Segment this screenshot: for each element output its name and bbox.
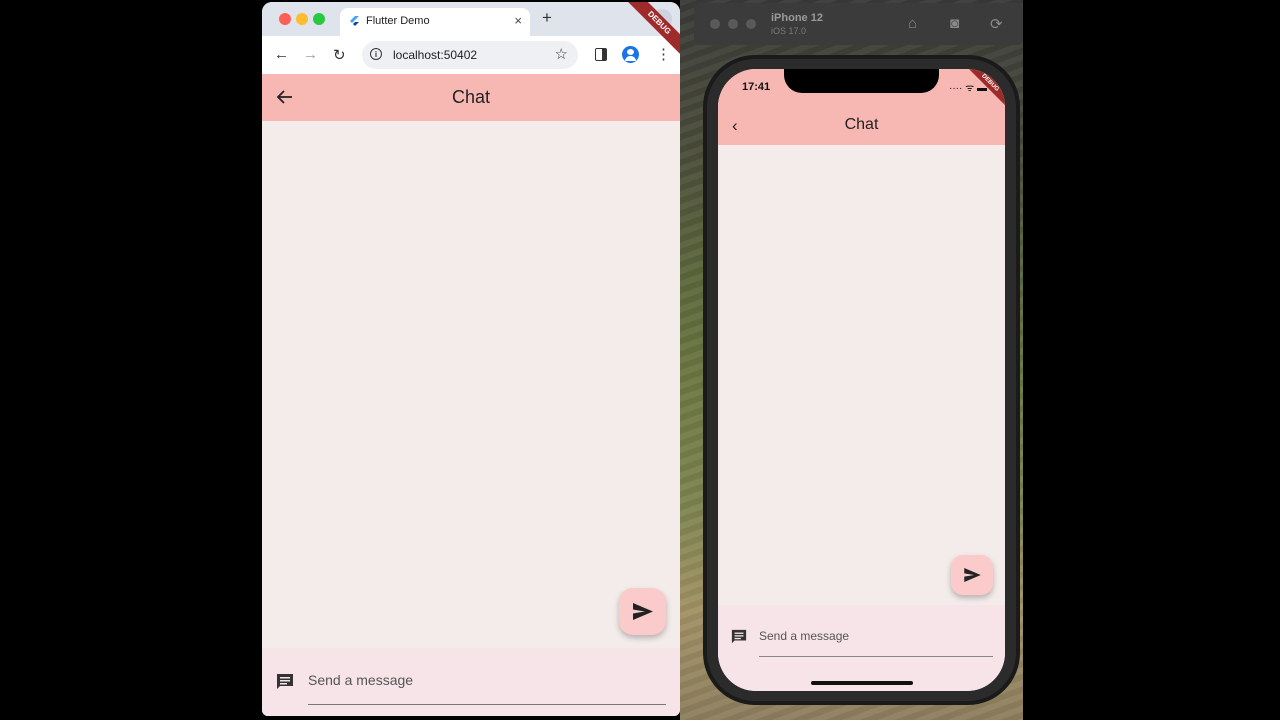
send-icon [633,603,653,620]
phone-notch [784,69,939,93]
phone-page-title: Chat [844,116,879,133]
site-info-icon[interactable]: i [370,48,382,60]
device-name: iPhone 12 [771,12,823,24]
tab-title: Flutter Demo [366,15,430,27]
home-icon[interactable]: ⌂ [908,15,917,32]
minimize-window-button[interactable] [296,13,308,25]
forward-button[interactable]: → [303,46,318,63]
sim-close-button[interactable] [710,19,720,29]
tab-flutter-demo[interactable]: Flutter Demo × [340,8,530,36]
back-button[interactable]: ← [274,46,289,63]
sim-zoom-button[interactable] [746,19,756,29]
browser-menu-icon[interactable]: ⋮ [656,45,671,63]
sim-minimize-button[interactable] [728,19,738,29]
chat-message-list[interactable] [262,121,680,648]
address-bar[interactable]: i localhost:50402 ☆ [362,41,578,69]
home-indicator[interactable] [811,681,913,685]
phone-send-button[interactable] [951,555,993,595]
page-title: Chat [451,87,491,107]
phone-send-icon [964,568,981,582]
message-input[interactable]: Send a message [308,672,413,688]
side-panel-icon[interactable] [595,48,607,61]
bookmark-star-icon[interactable]: ☆ [555,45,568,63]
profile-avatar-icon[interactable] [622,46,639,63]
browser-window: Flutter Demo × + ⌄ ← → ↻ i localhost:504… [262,2,680,716]
close-window-button[interactable] [279,13,291,25]
send-button[interactable] [619,588,666,635]
message-composer: Send a message [262,648,680,716]
screenshot-icon[interactable]: ◙ [950,15,959,32]
device-os: iOS 17.0 [771,26,807,36]
phone-message-composer: Send a message [718,605,1005,691]
simulator-titlebar: iPhone 12 iOS 17.0 ⌂ ◙ ⟳ [694,3,1023,45]
phone-message-icon [731,629,747,644]
app-bar: Chat [262,74,680,121]
iphone-screen: 17:41 ···· ᯤ ▬ ‹ Chat DEBUG Send a messa… [718,69,1005,691]
tab-close-icon[interactable]: × [514,13,522,28]
flutter-logo-icon [350,16,359,26]
input-underline [308,704,666,705]
browser-toolbar: ← → ↻ i localhost:50402 ☆ ⋮ [262,36,680,74]
new-tab-button[interactable]: + [542,8,552,28]
rotate-icon[interactable]: ⟳ [990,15,1003,33]
phone-input-underline [759,656,993,657]
url-text[interactable]: localhost:50402 [393,48,477,62]
tab-bar: Flutter Demo × + ⌄ [262,2,680,36]
phone-message-input[interactable]: Send a message [759,629,849,643]
status-time: 17:41 [742,81,771,93]
message-icon [277,674,293,689]
reload-button[interactable]: ↻ [333,46,346,64]
maximize-window-button[interactable] [313,13,325,25]
